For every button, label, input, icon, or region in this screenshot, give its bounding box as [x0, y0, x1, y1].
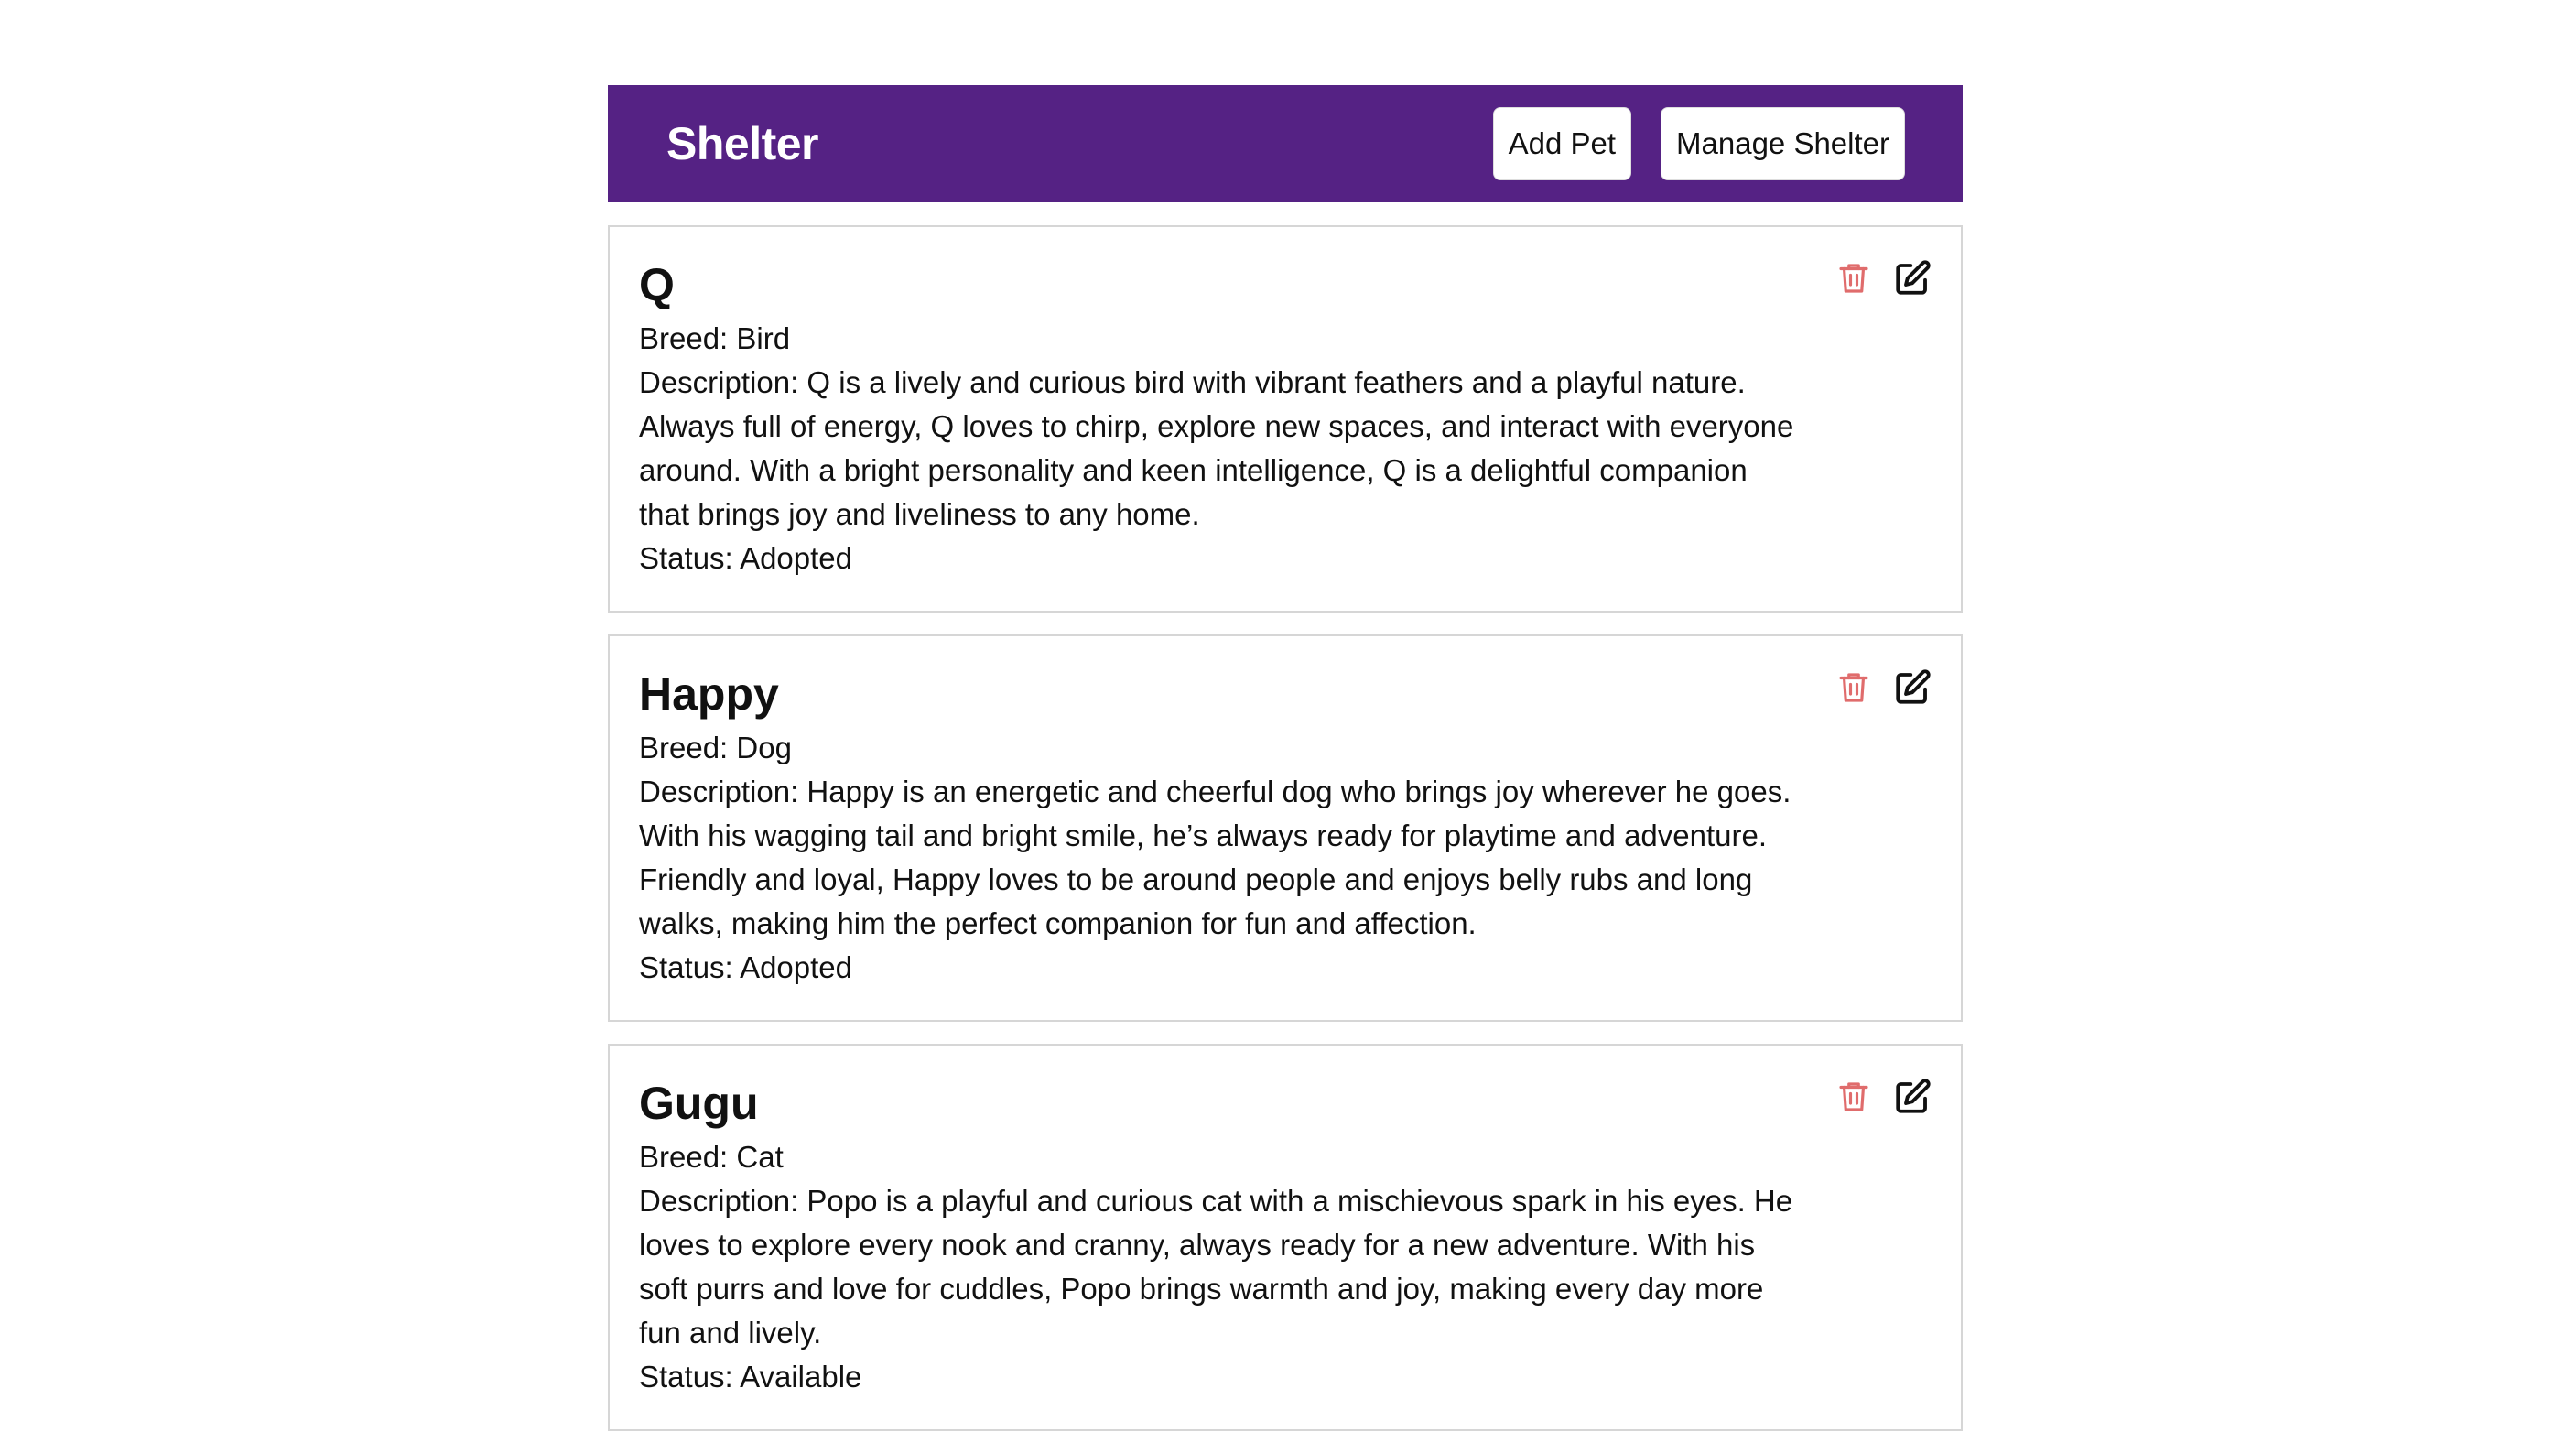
trash-icon: [1839, 264, 1868, 293]
trash-icon: [1839, 1082, 1868, 1111]
pet-name: Q: [639, 259, 675, 310]
pet-card: Gugu Breed: Cat Description: Popo is a p…: [608, 1044, 1963, 1431]
app-title: Shelter: [666, 118, 819, 169]
header-actions: Add Pet Manage Shelter: [1492, 107, 1905, 180]
card-actions: [1835, 258, 1932, 298]
shelter-app: Shelter Add Pet Manage Shelter Q Breed: …: [608, 85, 1963, 1453]
pet-status: Status: Available: [639, 1360, 862, 1393]
add-pet-button[interactable]: Add Pet: [1492, 107, 1632, 180]
pet-breed: Breed: Cat: [639, 1140, 784, 1174]
pet-card: Q Breed: Bird Description: Q is a lively…: [608, 225, 1963, 613]
pet-description: Description: Q is a lively and curious b…: [639, 365, 1794, 531]
card-actions: [1835, 1077, 1932, 1117]
edit-pet-button[interactable]: [1893, 667, 1932, 708]
pet-description: Description: Popo is a playful and curio…: [639, 1184, 1793, 1350]
edit-pet-button[interactable]: [1893, 1077, 1932, 1117]
delete-pet-button[interactable]: [1835, 667, 1873, 708]
pet-name: Gugu: [639, 1078, 759, 1129]
delete-pet-button[interactable]: [1835, 258, 1873, 298]
trash-icon: [1839, 673, 1868, 702]
pet-breed: Breed: Bird: [639, 321, 791, 355]
pet-card: Happy Breed: Dog Description: Happy is a…: [608, 634, 1963, 1022]
app-header: Shelter Add Pet Manage Shelter: [608, 85, 1963, 202]
pet-status: Status: Adopted: [639, 541, 853, 575]
edit-pet-button[interactable]: [1893, 258, 1932, 298]
manage-shelter-button[interactable]: Manage Shelter: [1661, 107, 1905, 180]
edit-icon: [1896, 1079, 1931, 1113]
pet-status: Status: Adopted: [639, 950, 853, 984]
pet-list: Q Breed: Bird Description: Q is a lively…: [608, 225, 1963, 1431]
pet-description: Description: Happy is an energetic and c…: [639, 775, 1791, 940]
pet-breed: Breed: Dog: [639, 731, 792, 764]
card-actions: [1835, 667, 1932, 708]
delete-pet-button[interactable]: [1835, 1077, 1873, 1117]
pet-name: Happy: [639, 668, 779, 720]
edit-icon: [1896, 669, 1931, 704]
edit-icon: [1896, 260, 1931, 295]
